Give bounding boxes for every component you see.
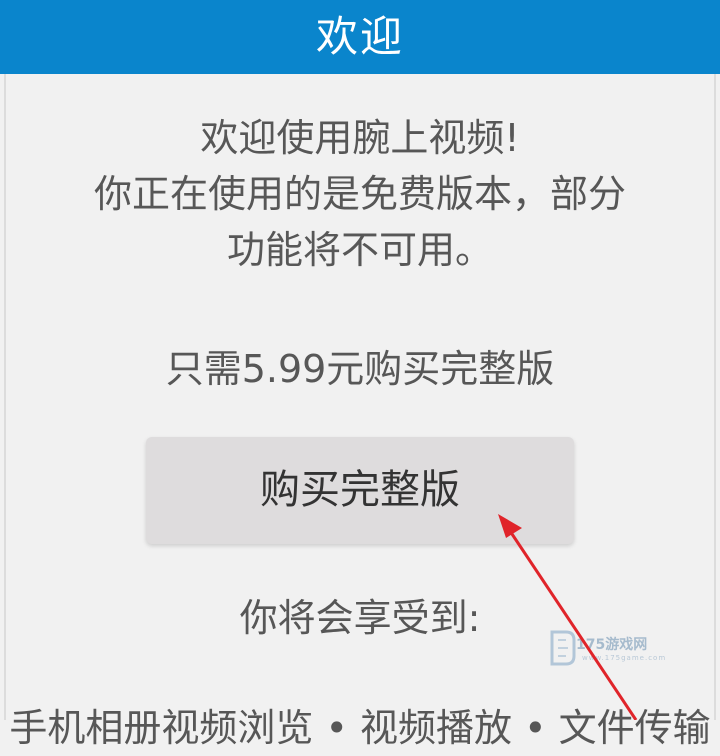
benefits-list-partial: 手机相册视频浏览 • 视频播放 • 文件传输 <box>9 706 711 750</box>
welcome-line-2: 你正在使用的是免费版本，部分 <box>93 172 626 216</box>
price-text: 只需5.99元购买完整版 <box>165 347 555 391</box>
dialog-title: 欢迎 <box>315 12 404 61</box>
welcome-message: 欢迎使用腕上视频! 你正在使用的是免费版本，部分 功能将不可用。 <box>0 110 720 278</box>
welcome-line-3: 功能将不可用。 <box>226 228 493 272</box>
buy-full-version-button[interactable]: 购买完整版 <box>146 437 574 544</box>
watermark-url: www.175game.com <box>582 654 667 662</box>
site-watermark: 175游戏网 www.175game.com <box>548 628 672 672</box>
watermark-text: 175游戏网 <box>576 637 648 653</box>
watermark-logo-icon <box>550 630 576 666</box>
dialog-title-bar: 欢迎 <box>0 0 720 74</box>
welcome-line-1: 欢迎使用腕上视频! <box>200 116 520 160</box>
